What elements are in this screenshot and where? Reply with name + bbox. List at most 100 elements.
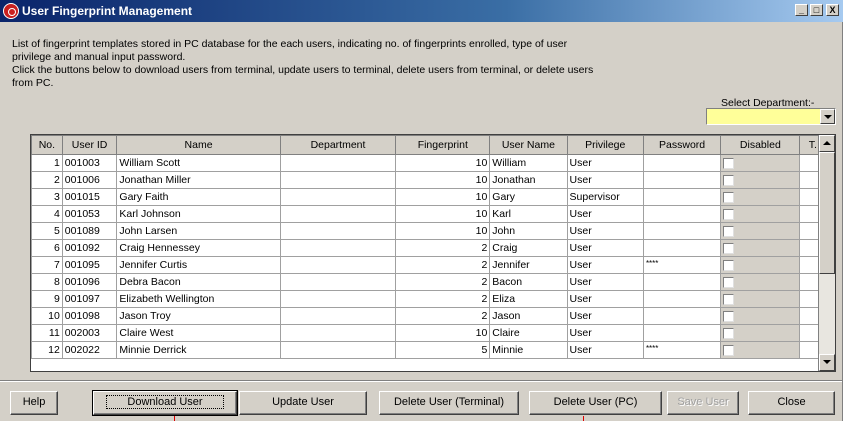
cell-department[interactable]	[279, 154, 397, 172]
cell-user-id[interactable]: 001095	[61, 256, 118, 274]
disabled-checkbox[interactable]	[723, 259, 735, 271]
cell-name[interactable]: Jonathan Miller	[116, 171, 281, 189]
cell-privilege[interactable]: Supervisor	[566, 188, 644, 206]
cell-no[interactable]: 3	[31, 188, 63, 206]
cell-no[interactable]: 12	[31, 341, 63, 359]
disabled-checkbox[interactable]	[723, 242, 735, 254]
table-row[interactable]: 9 001097 Elizabeth Wellington 2 Eliza User	[31, 290, 835, 308]
cell-no[interactable]: 9	[31, 290, 63, 308]
cell-password[interactable]	[642, 239, 722, 257]
download-user-button[interactable]: Download User	[92, 390, 238, 416]
cell-no[interactable]: 6	[31, 239, 63, 257]
cell-user-name[interactable]: Eliza	[489, 290, 568, 308]
table-row[interactable]: 7 001095 Jennifer Curtis 2 Jennifer User ****	[31, 256, 835, 274]
cell-no[interactable]: 10	[31, 307, 63, 325]
cell-password[interactable]	[642, 154, 722, 172]
table-row[interactable]: 1 001003 William Scott 10 William User	[31, 154, 835, 172]
cell-user-name[interactable]: Claire	[489, 324, 568, 342]
help-button[interactable]: Help	[10, 391, 58, 415]
cell-no[interactable]: 5	[31, 222, 63, 240]
cell-department[interactable]	[279, 256, 397, 274]
cell-user-name[interactable]: John	[489, 222, 568, 240]
cell-privilege[interactable]: User	[566, 341, 644, 359]
table-row[interactable]: 2 001006 Jonathan Miller 10 Jonathan User	[31, 171, 835, 189]
cell-user-name[interactable]: Jonathan	[489, 171, 568, 189]
cell-no[interactable]: 2	[31, 171, 63, 189]
cell-fingerprint[interactable]: 2	[395, 239, 491, 257]
close-button[interactable]: Close	[748, 391, 835, 415]
close-window-button[interactable]: X	[826, 4, 839, 16]
cell-privilege[interactable]: User	[566, 171, 644, 189]
cell-fingerprint[interactable]: 5	[395, 341, 491, 359]
cell-fingerprint[interactable]: 2	[395, 307, 491, 325]
cell-name[interactable]: Karl Johnson	[116, 205, 281, 223]
column-header-department[interactable]: Department	[279, 135, 397, 155]
cell-user-id[interactable]: 001096	[61, 273, 118, 291]
delete-user-pc-button[interactable]: Delete User (PC)	[529, 391, 662, 415]
cell-user-name[interactable]: Bacon	[489, 273, 568, 291]
cell-department[interactable]	[279, 324, 397, 342]
cell-fingerprint[interactable]: 10	[395, 188, 491, 206]
cell-password[interactable]	[642, 171, 722, 189]
cell-no[interactable]: 8	[31, 273, 63, 291]
table-row[interactable]: 3 001015 Gary Faith 10 Gary Supervisor	[31, 188, 835, 206]
cell-user-name[interactable]: William	[489, 154, 568, 172]
column-header-no[interactable]: No.	[31, 135, 63, 155]
cell-password[interactable]	[642, 188, 722, 206]
cell-password[interactable]	[642, 222, 722, 240]
table-row[interactable]: 10 001098 Jason Troy 2 Jason User	[31, 307, 835, 325]
column-header-password[interactable]: Password	[642, 135, 722, 155]
users-grid[interactable]: No. User ID Name Department Fingerprint …	[30, 134, 836, 372]
cell-privilege[interactable]: User	[566, 256, 644, 274]
cell-privilege[interactable]: User	[566, 324, 644, 342]
chevron-down-icon[interactable]	[820, 109, 835, 124]
disabled-checkbox[interactable]	[723, 327, 735, 339]
cell-password[interactable]	[642, 273, 722, 291]
cell-name[interactable]: Craig Hennessey	[116, 239, 281, 257]
cell-password[interactable]: ****	[642, 256, 722, 274]
cell-department[interactable]	[279, 171, 397, 189]
cell-no[interactable]: 11	[31, 324, 63, 342]
cell-privilege[interactable]: User	[566, 239, 644, 257]
cell-user-id[interactable]: 001089	[61, 222, 118, 240]
maximize-button[interactable]: □	[810, 4, 823, 16]
cell-privilege[interactable]: User	[566, 273, 644, 291]
save-user-button[interactable]: Save User	[667, 391, 739, 415]
cell-fingerprint[interactable]: 2	[395, 290, 491, 308]
cell-password[interactable]	[642, 307, 722, 325]
cell-name[interactable]: Gary Faith	[116, 188, 281, 206]
cell-privilege[interactable]: User	[566, 205, 644, 223]
cell-fingerprint[interactable]: 10	[395, 222, 491, 240]
disabled-checkbox[interactable]	[723, 191, 735, 203]
table-row[interactable]: 6 001092 Craig Hennessey 2 Craig User	[31, 239, 835, 257]
cell-password[interactable]	[642, 205, 722, 223]
scroll-up-icon[interactable]	[819, 135, 835, 152]
column-header-user-id[interactable]: User ID	[61, 135, 118, 155]
cell-department[interactable]	[279, 188, 397, 206]
cell-user-id[interactable]: 002022	[61, 341, 118, 359]
column-header-user-name[interactable]: User Name	[489, 135, 568, 155]
cell-fingerprint[interactable]: 10	[395, 171, 491, 189]
disabled-checkbox[interactable]	[723, 344, 735, 356]
delete-user-terminal-button[interactable]: Delete User (Terminal)	[379, 391, 519, 415]
cell-no[interactable]: 7	[31, 256, 63, 274]
cell-fingerprint[interactable]: 2	[395, 256, 491, 274]
cell-user-id[interactable]: 001097	[61, 290, 118, 308]
cell-user-name[interactable]: Karl	[489, 205, 568, 223]
cell-password[interactable]	[642, 324, 722, 342]
cell-user-name[interactable]: Gary	[489, 188, 568, 206]
scroll-down-icon[interactable]	[819, 354, 835, 371]
column-header-privilege[interactable]: Privilege	[566, 135, 644, 155]
cell-department[interactable]	[279, 205, 397, 223]
cell-user-id[interactable]: 002003	[61, 324, 118, 342]
cell-no[interactable]: 1	[31, 154, 63, 172]
cell-department[interactable]	[279, 307, 397, 325]
cell-name[interactable]: Debra Bacon	[116, 273, 281, 291]
cell-privilege[interactable]: User	[566, 222, 644, 240]
cell-name[interactable]: Minnie Derrick	[116, 341, 281, 359]
minimize-button[interactable]: _	[795, 4, 808, 16]
cell-name[interactable]: Jason Troy	[116, 307, 281, 325]
table-row[interactable]: 4 001053 Karl Johnson 10 Karl User	[31, 205, 835, 223]
table-row[interactable]: 12 002022 Minnie Derrick 5 Minnie User ****	[31, 341, 835, 359]
cell-name[interactable]: Elizabeth Wellington	[116, 290, 281, 308]
